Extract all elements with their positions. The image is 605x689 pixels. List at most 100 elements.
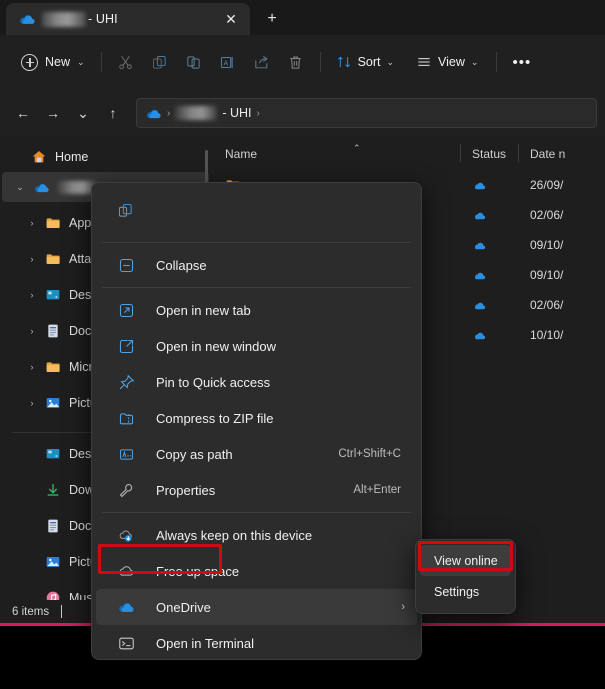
date-cell: 10/10/: [518, 328, 605, 342]
svg-text:A: A: [224, 59, 229, 67]
context-menu-item-label: Always keep on this device: [156, 528, 405, 543]
expander-down-icon[interactable]: ⌄: [10, 182, 30, 193]
onedrive-cloud-icon: [30, 179, 52, 196]
desktop-icon: [42, 287, 64, 303]
cut-button[interactable]: [109, 47, 143, 77]
column-header-label: Status: [472, 147, 506, 161]
screen: - UHI ✕ + New ⌄: [0, 0, 605, 689]
view-label: View: [438, 55, 465, 69]
up-button[interactable]: ↑: [98, 99, 128, 127]
expander-right-icon[interactable]: ›: [22, 398, 42, 408]
collapse-icon: [114, 257, 138, 274]
context-menu-divider: [102, 242, 411, 243]
toolbar-divider-2: [320, 52, 321, 72]
documents-icon: [42, 518, 64, 534]
open-new-tab-icon: [114, 302, 138, 319]
share-button[interactable]: [245, 47, 279, 77]
tab-title: - UHI: [88, 12, 218, 26]
back-button[interactable]: ←: [8, 99, 38, 127]
desktop-icon: [42, 446, 64, 462]
chevron-down-icon: ⌄: [471, 57, 479, 68]
pin-icon: [114, 374, 138, 391]
cloud-icon: [472, 238, 487, 253]
expander-right-icon[interactable]: ›: [22, 290, 42, 300]
item-count-label: 6 items: [12, 606, 49, 618]
breadcrumb-separator-2: ›: [257, 108, 260, 119]
breadcrumb-redacted: [175, 106, 217, 120]
forward-button[interactable]: →: [38, 99, 68, 127]
downloads-icon: [42, 482, 64, 498]
onedrive-cloud-icon: [145, 105, 162, 122]
context-menu-header: [92, 183, 421, 238]
column-header-date-modified[interactable]: Date n: [518, 137, 605, 170]
context-menu-item-copy-as-path[interactable]: Copy as path Ctrl+Shift+C: [96, 436, 417, 472]
expander-right-icon[interactable]: ›: [22, 362, 42, 372]
context-menu-item-always-keep-on-this-device[interactable]: Always keep on this device: [96, 517, 417, 553]
status-cell: [460, 268, 518, 283]
new-tab-button[interactable]: +: [258, 6, 286, 32]
column-headers: Name ⌃ Status Date n: [213, 137, 605, 170]
free-up-space-icon: [114, 562, 138, 580]
pictures-icon: [42, 554, 64, 570]
chevron-down-icon: ⌄: [77, 57, 85, 68]
breadcrumb[interactable]: › - UHI ›: [136, 98, 597, 128]
submenu-item-view-online[interactable]: View online: [420, 545, 511, 576]
context-menu-item-onedrive[interactable]: OneDrive ›: [96, 589, 417, 625]
context-menu-item-open-in-terminal[interactable]: Open in Terminal: [96, 625, 417, 660]
submenu-item-settings[interactable]: Settings: [420, 576, 511, 607]
context-menu-item-collapse[interactable]: Collapse: [96, 247, 417, 283]
breadcrumb-item-onedrive[interactable]: - UHI: [222, 106, 251, 120]
more-options-button[interactable]: •••: [504, 50, 539, 75]
context-menu-item-free-up-space[interactable]: Free up space: [96, 553, 417, 589]
expander-right-icon[interactable]: ›: [22, 218, 42, 228]
sort-icon: [336, 54, 352, 70]
delete-button[interactable]: [279, 47, 313, 77]
view-button[interactable]: View ⌄: [408, 49, 486, 75]
close-icon[interactable]: ✕: [218, 7, 244, 31]
context-menu-item-compress-to-zip[interactable]: Compress to ZIP file: [96, 400, 417, 436]
tab-onedrive[interactable]: - UHI ✕: [6, 3, 250, 35]
copy-button[interactable]: [110, 196, 140, 226]
documents-icon: [42, 323, 64, 339]
recent-locations-button[interactable]: ⌄: [68, 99, 98, 127]
column-header-status[interactable]: Status: [460, 137, 518, 170]
folder-icon: [42, 359, 64, 375]
context-menu-item-properties[interactable]: Properties Alt+Enter: [96, 472, 417, 508]
sidebar-item-home[interactable]: Home: [0, 142, 213, 172]
zip-icon: [114, 410, 138, 427]
rename-button[interactable]: A: [211, 47, 245, 77]
column-header-label: Name: [225, 147, 257, 161]
folder-icon: [42, 215, 64, 231]
context-menu-item-open-in-new-tab[interactable]: Open in new tab: [96, 292, 417, 328]
copy-button[interactable]: [143, 47, 177, 77]
submenu-item-label: Settings: [434, 585, 479, 599]
new-button[interactable]: New ⌄: [14, 49, 94, 76]
delete-icon: [287, 54, 304, 71]
status-cell: [460, 178, 518, 193]
address-bar: ← → ⌄ ↑ › - UHI ›: [0, 89, 605, 137]
paste-button[interactable]: [177, 47, 211, 77]
context-menu-item-label: Collapse: [156, 258, 405, 273]
context-menu-item-pin-to-quick-access[interactable]: Pin to Quick access: [96, 364, 417, 400]
expander-right-icon[interactable]: ›: [22, 326, 42, 336]
chevron-right-icon: ›: [401, 601, 405, 613]
context-menu-item-open-in-new-window[interactable]: Open in new window: [96, 328, 417, 364]
status-cell: [460, 208, 518, 223]
context-menu-item-shortcut: Ctrl+Shift+C: [338, 448, 401, 460]
column-divider: [518, 144, 519, 162]
copy-path-icon: [114, 446, 138, 463]
column-header-name[interactable]: Name ⌃: [213, 137, 460, 170]
plus-icon: [21, 54, 38, 71]
sort-button[interactable]: Sort ⌄: [328, 49, 402, 75]
expander-right-icon[interactable]: ›: [22, 254, 42, 264]
view-icon: [416, 54, 432, 70]
context-menu-item-label: Compress to ZIP file: [156, 411, 405, 426]
sort-ascending-icon: ⌃: [353, 143, 361, 154]
context-menu-item-shortcut: Alt+Enter: [353, 484, 401, 496]
sort-label: Sort: [358, 55, 381, 69]
cloud-icon: [472, 328, 487, 343]
context-menu-divider: [102, 512, 411, 513]
context-menu-item-label: Open in new tab: [156, 303, 405, 318]
chevron-down-icon: ⌄: [387, 57, 395, 68]
date-cell: 02/06/: [518, 298, 605, 312]
